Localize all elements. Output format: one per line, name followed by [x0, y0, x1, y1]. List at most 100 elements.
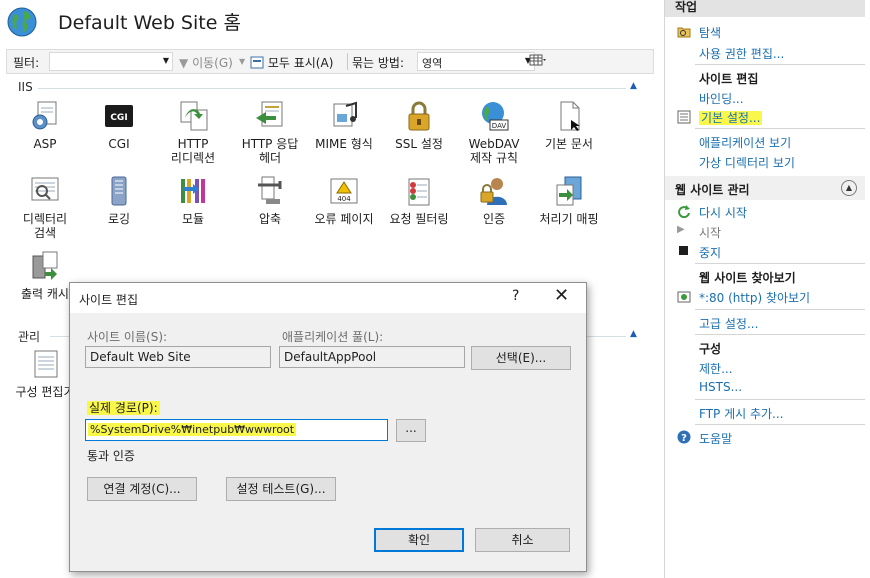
- restart-icon: [678, 205, 690, 218]
- action-ftp-publishing[interactable]: FTP 게시 추가...: [699, 405, 784, 422]
- filter-input[interactable]: ▼: [49, 52, 173, 71]
- basic-settings-icon: [677, 110, 691, 124]
- feature-handler-mappings[interactable]: 처리기 매핑: [534, 175, 604, 226]
- default-document-icon: [560, 101, 580, 131]
- go-dropdown-icon[interactable]: ▼: [239, 57, 245, 66]
- actions-divider: [695, 263, 865, 264]
- feature-modules[interactable]: 모듈: [158, 175, 228, 226]
- actions-divider: [695, 128, 865, 129]
- group-divider: [38, 88, 626, 89]
- chevron-down-icon[interactable]: ▼: [163, 56, 169, 65]
- action-limits[interactable]: 제한...: [699, 360, 733, 377]
- action-view-applications[interactable]: 애플리케이션 보기: [699, 134, 791, 151]
- mime-icon: [333, 101, 357, 127]
- action-edit-permissions[interactable]: 사용 권한 편집...: [699, 45, 784, 62]
- site-name-label: 사이트 이름(S):: [87, 330, 168, 344]
- lock-icon: [408, 101, 430, 131]
- authentication-icon: [480, 178, 507, 205]
- collapse-up-icon[interactable]: ▲: [841, 180, 857, 196]
- edit-site-dialog: 사이트 편집 ? ✕ 사이트 이름(S): Default Web Site 애…: [69, 282, 587, 572]
- feature-ssl[interactable]: SSL 설정: [384, 100, 454, 151]
- feature-asp[interactable]: ASP: [10, 100, 80, 151]
- feature-default-document[interactable]: 기본 문서: [534, 100, 604, 151]
- browse-path-button[interactable]: ...: [396, 419, 426, 442]
- explore-icon: [677, 27, 691, 38]
- action-restart[interactable]: 다시 시작: [699, 204, 747, 221]
- group-header-management: 관리: [18, 330, 41, 344]
- asp-icon: [32, 101, 57, 130]
- go-button[interactable]: ▼ 이동(G): [179, 54, 233, 71]
- response-headers-icon: [256, 101, 283, 127]
- cancel-button[interactable]: 취소: [475, 528, 570, 552]
- feature-compression[interactable]: 압축: [235, 175, 305, 226]
- filter-label: 필터:: [13, 56, 40, 70]
- feature-mime-types[interactable]: MIME 형식: [309, 100, 379, 151]
- globe-icon: [7, 7, 37, 37]
- action-view-virtual-dirs[interactable]: 가상 디렉터리 보기: [699, 154, 795, 171]
- modules-icon: [181, 179, 205, 203]
- error-page-icon: 404: [330, 178, 358, 204]
- pass-through-label: 통과 인증: [87, 449, 135, 463]
- section-browse-site: 웹 사이트 찾아보기: [699, 271, 796, 285]
- page-title: Default Web Site 홈: [58, 12, 241, 34]
- svg-text:?: ?: [681, 433, 687, 444]
- collapse-up-icon[interactable]: ▲: [630, 329, 637, 339]
- collapse-up-icon[interactable]: ▲: [630, 81, 637, 91]
- feature-webdav[interactable]: DAV WebDAV 제작 규칙: [459, 100, 529, 165]
- feature-request-filtering[interactable]: 요청 필터링: [384, 175, 454, 226]
- action-explore[interactable]: 탐색: [699, 24, 721, 41]
- close-icon[interactable]: ✕: [554, 285, 569, 306]
- cgi-icon: CGI: [105, 105, 133, 127]
- output-caching-icon: [32, 251, 58, 280]
- show-all-button[interactable]: 모두 표시(A): [250, 54, 333, 71]
- dialog-title: 사이트 편집: [79, 293, 139, 307]
- connect-as-button[interactable]: 연결 계정(C)...: [87, 477, 197, 501]
- stop-icon: [677, 244, 691, 258]
- compression-icon: [258, 176, 282, 204]
- dialog-titlebar: 사이트 편집 ? ✕: [70, 283, 586, 313]
- actions-title: 작업: [665, 0, 865, 17]
- action-start: 시작: [699, 226, 722, 240]
- physical-path-input[interactable]: %SystemDrive%₩inetpub₩wwwroot: [85, 419, 388, 441]
- feature-http-redirect[interactable]: HTTP 리디렉션: [158, 100, 228, 165]
- feature-http-response-headers[interactable]: HTTP 응답 헤더: [235, 100, 305, 165]
- filter-toolbar: 필터: ▼ ▼ 이동(G) ▼ 모두 표시(A) 묶는 방법: 영역 ▼: [6, 49, 654, 74]
- select-app-pool-button[interactable]: 선택(E)...: [471, 346, 571, 370]
- feature-authentication[interactable]: 인증: [459, 175, 529, 226]
- action-stop[interactable]: 중지: [699, 244, 721, 261]
- start-icon: ▶: [677, 224, 685, 235]
- grid-view-icon: [529, 54, 546, 66]
- action-bindings[interactable]: 바인딩...: [699, 90, 744, 107]
- config-editor-icon: [34, 350, 58, 378]
- action-browse-80[interactable]: *:80 (http) 찾아보기: [699, 289, 810, 306]
- toolbar-divider: [347, 53, 348, 70]
- actions-divider: [695, 64, 865, 65]
- cgi-icon-text: CGI: [110, 113, 127, 123]
- test-settings-button[interactable]: 설정 테스트(G)...: [226, 477, 336, 501]
- help-button[interactable]: ?: [512, 288, 519, 304]
- app-pool-label: 애플리케이션 풀(L):: [282, 330, 384, 344]
- group-header-iis: IIS: [18, 80, 33, 94]
- browse-icon: [677, 291, 691, 303]
- directory-browsing-icon: [31, 177, 59, 201]
- feature-logging[interactable]: 로깅: [84, 175, 154, 226]
- actions-divider: [695, 309, 865, 310]
- groupby-label: 묶는 방법:: [352, 56, 405, 70]
- webdav-icon-text: DAV: [492, 122, 507, 130]
- feature-directory-browsing[interactable]: 디렉터리 검색: [10, 175, 80, 240]
- ok-button[interactable]: 확인: [374, 528, 464, 552]
- section-manage-site[interactable]: 웹 사이트 관리 ▲: [665, 176, 865, 200]
- show-all-icon: [250, 56, 264, 69]
- action-hsts[interactable]: HSTS...: [699, 380, 742, 394]
- handler-mappings-icon: [556, 176, 582, 206]
- physical-path-label: 실제 경로(P):: [87, 401, 160, 415]
- page-header: Default Web Site 홈: [0, 0, 660, 44]
- action-help[interactable]: 도움말: [699, 430, 732, 447]
- view-mode-button[interactable]: [529, 53, 547, 70]
- feature-error-pages[interactable]: 404 오류 페이지: [309, 175, 379, 226]
- app-pool-field: DefaultAppPool: [279, 346, 465, 368]
- action-advanced-settings[interactable]: 고급 설정...: [699, 315, 758, 332]
- action-basic-settings[interactable]: 기본 설정...: [699, 109, 763, 126]
- feature-cgi[interactable]: CGI CGI: [84, 100, 154, 151]
- groupby-select[interactable]: 영역 ▼: [417, 52, 535, 71]
